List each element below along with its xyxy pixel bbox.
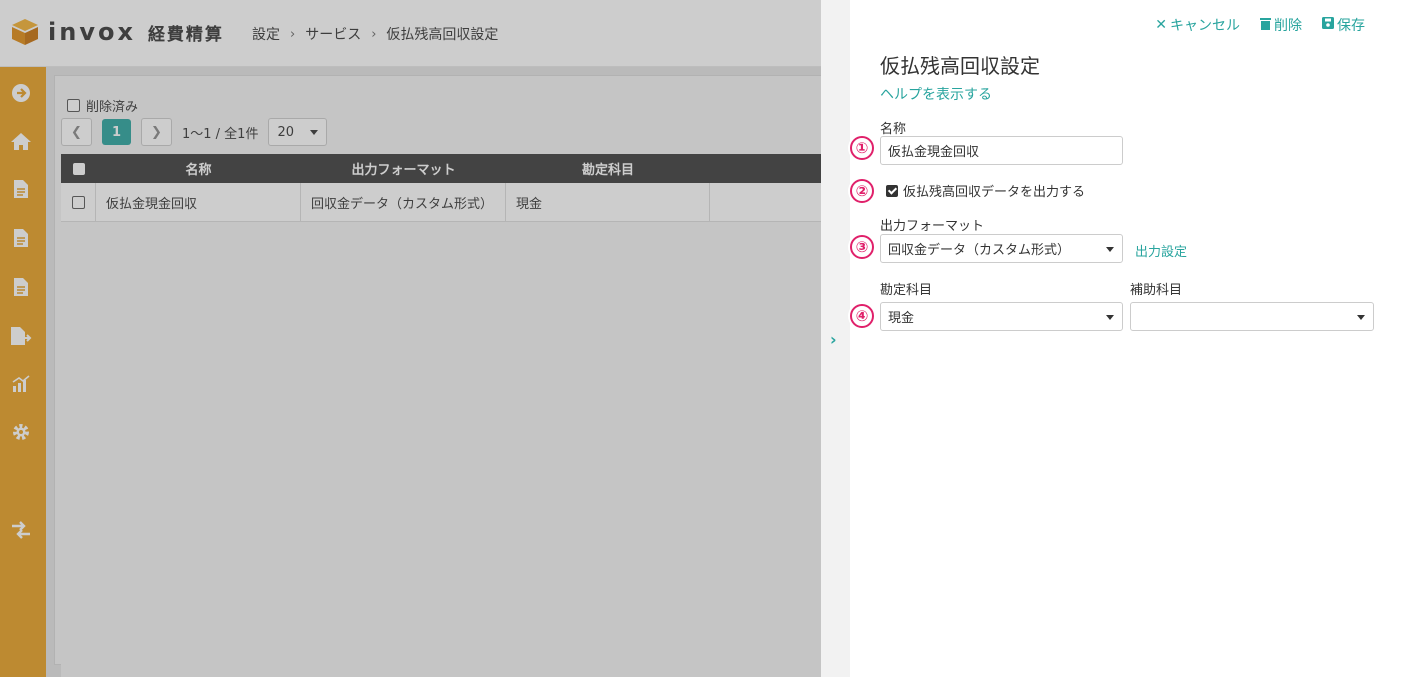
format-select-value: 回収金データ（カスタム形式） xyxy=(888,243,1071,258)
drawer-collapse-handle[interactable]: › xyxy=(821,0,850,677)
step-badge-2: ② xyxy=(850,179,874,203)
caret-down-icon xyxy=(1357,315,1365,320)
output-setting-link[interactable]: 出力設定 xyxy=(1135,241,1187,260)
cancel-button[interactable]: ✕ キャンセル xyxy=(1155,15,1240,35)
output-checkbox-label: 仮払残高回収データを出力する xyxy=(903,185,1086,200)
caret-down-icon xyxy=(1106,247,1114,252)
save-icon xyxy=(1322,17,1334,33)
format-select[interactable]: 回収金データ（カスタム形式） xyxy=(880,234,1123,263)
account-select-value: 現金 xyxy=(888,311,915,326)
modal-overlay[interactable] xyxy=(0,0,821,677)
step-badge-4: ④ xyxy=(850,304,874,328)
delete-button[interactable]: 削除 xyxy=(1260,15,1302,35)
cancel-label: キャンセル xyxy=(1170,18,1240,34)
help-link[interactable]: ヘルプを表示する xyxy=(880,84,992,104)
step-badge-3: ③ xyxy=(850,235,874,259)
account-label: 勘定科目 xyxy=(880,283,933,298)
step-badge-1: ① xyxy=(850,136,874,160)
format-label: 出力フォーマット xyxy=(880,219,985,234)
drawer-actions: ✕ キャンセル 削除 保存 xyxy=(1155,15,1365,35)
delete-label: 削除 xyxy=(1274,18,1302,34)
caret-down-icon xyxy=(1106,315,1114,320)
settings-drawer: ✕ キャンセル 削除 保存 仮払残高回収設定 ヘルプを表示する 名称 ① 仮払金… xyxy=(850,0,1405,677)
chevron-right-icon[interactable]: › xyxy=(830,330,837,349)
save-button[interactable]: 保存 xyxy=(1322,15,1365,35)
name-label: 名称 xyxy=(880,122,907,137)
close-icon: ✕ xyxy=(1155,17,1167,33)
save-label: 保存 xyxy=(1337,18,1365,34)
sub-account-label: 補助科目 xyxy=(1130,283,1183,298)
output-checkbox-row[interactable]: 仮払残高回収データを出力する xyxy=(886,181,1085,200)
output-checkbox[interactable] xyxy=(886,184,898,197)
account-select[interactable]: 現金 xyxy=(880,302,1123,331)
drawer-title: 仮払残高回収設定 xyxy=(880,54,1040,78)
trash-icon xyxy=(1260,17,1271,34)
sub-account-select[interactable] xyxy=(1130,302,1374,331)
name-input[interactable]: 仮払金現金回収 xyxy=(880,136,1123,165)
